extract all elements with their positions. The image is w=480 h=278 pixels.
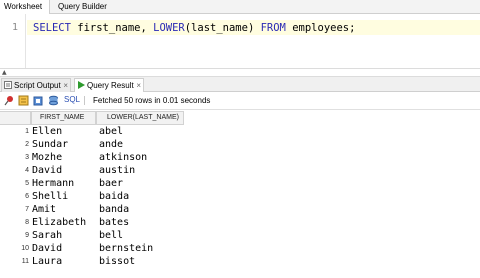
play-icon xyxy=(78,81,85,89)
table-row[interactable]: 7 Amit banda xyxy=(0,203,184,216)
cell-last-name[interactable]: bissot xyxy=(99,255,183,268)
cell-last-name[interactable]: ande xyxy=(99,138,183,151)
row-number: 1 xyxy=(25,128,29,135)
sql-button[interactable]: SQL xyxy=(64,95,80,104)
tab-query-result-label: Query Result xyxy=(87,81,134,90)
sql-editor[interactable]: 1 SELECT first_name, LOWER(last_name) FR… xyxy=(0,14,480,68)
table-row[interactable]: 9 Sarah bell xyxy=(0,229,184,242)
row-number: 10 xyxy=(21,245,29,252)
row-number: 6 xyxy=(25,193,29,200)
table-row[interactable]: 11 Laura bissot xyxy=(0,255,184,268)
tab-query-result[interactable]: Query Result × xyxy=(74,78,144,92)
table-name: employees; xyxy=(285,22,356,34)
cell-last-name[interactable]: abel xyxy=(99,125,183,138)
row-number: 2 xyxy=(25,141,29,148)
row-number: 9 xyxy=(25,232,29,239)
tab-worksheet[interactable]: Worksheet xyxy=(0,0,50,15)
table-row[interactable]: 6 Shelli baida xyxy=(0,190,184,203)
function-lower: LOWER xyxy=(153,22,185,34)
database-icon[interactable] xyxy=(48,95,59,106)
table-row[interactable]: 8 Elizabeth bates xyxy=(0,216,184,229)
cell-first-name[interactable]: Laura xyxy=(32,255,96,268)
cell-first-name[interactable]: David xyxy=(32,242,96,255)
close-icon[interactable]: × xyxy=(136,79,141,92)
table-row[interactable]: 5 Hermann baer xyxy=(0,177,184,190)
cell-first-name[interactable]: Elizabeth xyxy=(32,216,96,229)
editor-tab-strip: Worksheet Query Builder xyxy=(0,0,480,15)
output-tab-strip: Script Output × Query Result × xyxy=(0,77,480,92)
table-row[interactable]: 3 Mozhe atkinson xyxy=(0,151,184,164)
result-toolbar: SQL Fetched 50 rows in 0.01 seconds xyxy=(0,92,480,110)
pane-splitter[interactable]: ▲▼ xyxy=(0,68,480,83)
row-number-header xyxy=(0,111,31,125)
row-number: 5 xyxy=(25,180,29,187)
pin-icon[interactable] xyxy=(4,95,15,106)
table-row[interactable]: 10 David bernstein xyxy=(0,242,184,255)
cell-last-name[interactable]: bernstein xyxy=(99,242,183,255)
cell-last-name[interactable]: baer xyxy=(99,177,183,190)
fetch-status: Fetched 50 rows in 0.01 seconds xyxy=(84,96,210,105)
cell-first-name[interactable]: Mozhe xyxy=(32,151,96,164)
cell-last-name[interactable]: austin xyxy=(99,164,183,177)
export-icon[interactable] xyxy=(33,95,44,106)
tab-query-builder[interactable]: Query Builder xyxy=(54,0,111,14)
keyword-select: SELECT xyxy=(33,22,71,34)
cell-last-name[interactable]: bates xyxy=(99,216,183,229)
row-number: 3 xyxy=(25,154,29,161)
table-row[interactable]: 2 Sundar ande xyxy=(0,138,184,151)
row-number: 7 xyxy=(25,206,29,213)
script-output-icon xyxy=(4,81,12,89)
row-number: 4 xyxy=(25,167,29,174)
sql-statement[interactable]: SELECT first_name, LOWER(last_name) FROM… xyxy=(33,22,355,34)
cell-first-name[interactable]: Hermann xyxy=(32,177,96,190)
tab-script-output[interactable]: Script Output × xyxy=(1,78,71,92)
row-number: 11 xyxy=(21,258,29,265)
result-grid[interactable]: FIRST_NAME LOWER(LAST_NAME) 1 Ellen abel 2… xyxy=(0,111,480,278)
column-header-first-name[interactable]: FIRST_NAME xyxy=(31,111,96,125)
cell-last-name[interactable]: atkinson xyxy=(99,151,183,164)
cell-last-name[interactable]: banda xyxy=(99,203,183,216)
row-number: 8 xyxy=(25,219,29,226)
column-header-lower-last-name[interactable]: LOWER(LAST_NAME) xyxy=(96,111,184,125)
function-argument: (last_name) xyxy=(184,22,261,34)
cell-first-name[interactable]: David xyxy=(32,164,96,177)
refresh-icon[interactable] xyxy=(18,95,29,106)
cell-first-name[interactable]: Ellen xyxy=(32,125,96,138)
keyword-from: FROM xyxy=(260,22,286,34)
column-first-name: first_name, xyxy=(70,22,154,34)
table-row[interactable]: 1 Ellen abel xyxy=(0,125,184,138)
cell-first-name[interactable]: Shelli xyxy=(32,190,96,203)
line-number: 1 xyxy=(12,22,19,33)
cell-first-name[interactable]: Sundar xyxy=(32,138,96,151)
tab-script-output-label: Script Output xyxy=(14,81,61,90)
close-icon[interactable]: × xyxy=(63,79,68,92)
cell-last-name[interactable]: baida xyxy=(99,190,183,203)
cell-first-name[interactable]: Amit xyxy=(32,203,96,216)
cell-first-name[interactable]: Sarah xyxy=(32,229,96,242)
line-number-gutter: 1 xyxy=(0,14,26,68)
cell-last-name[interactable]: bell xyxy=(99,229,183,242)
table-row[interactable]: 4 David austin xyxy=(0,164,184,177)
